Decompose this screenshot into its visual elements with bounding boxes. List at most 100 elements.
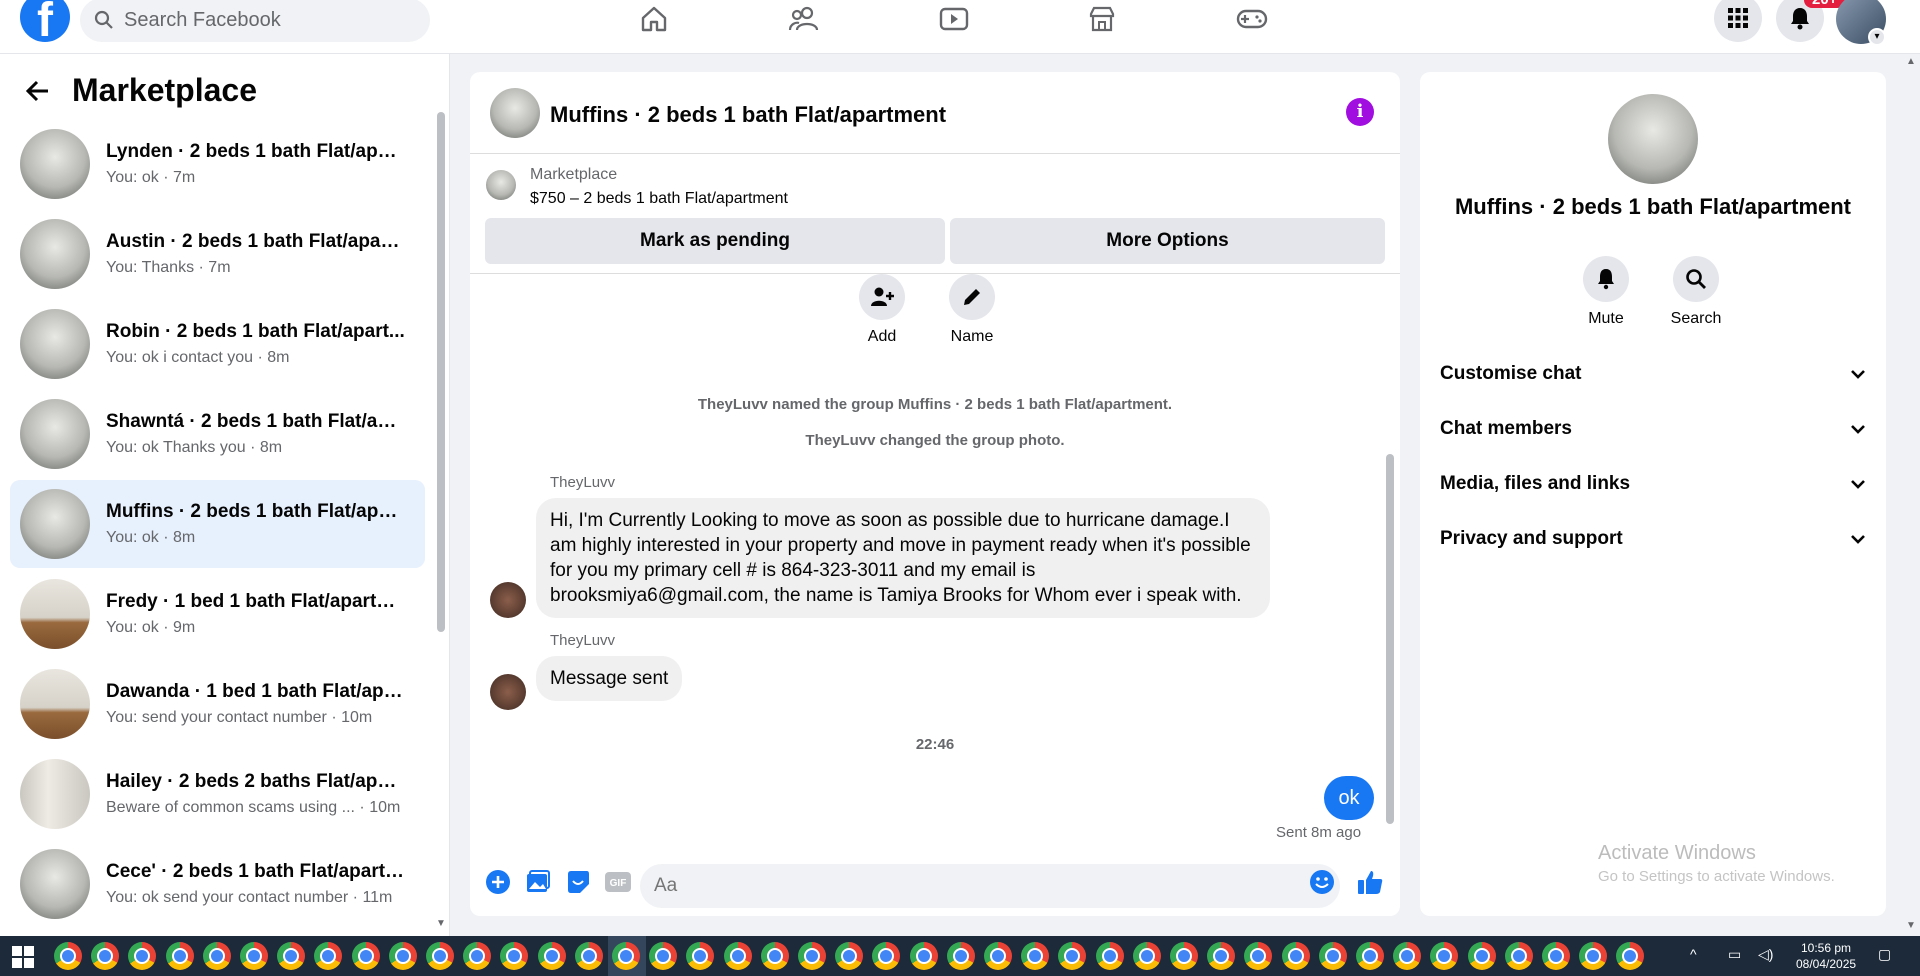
taskbar-browser-icon[interactable] <box>240 942 268 970</box>
taskbar-browser-icon[interactable] <box>314 942 343 970</box>
taskbar-browser-icon[interactable] <box>128 942 157 970</box>
conversation-item[interactable]: Cece' · 2 beds 1 bath Flat/apartm... You:… <box>10 840 425 928</box>
chat-title[interactable]: Muffins · 2 beds 1 bath Flat/apartment <box>550 102 946 128</box>
taskbar-browser-icon[interactable] <box>686 942 715 970</box>
gaming-icon[interactable] <box>1232 2 1272 36</box>
search-action[interactable]: Search <box>1656 256 1736 328</box>
mute-action[interactable]: Mute <box>1566 256 1646 328</box>
taskbar-browser-icon[interactable] <box>835 942 864 970</box>
taskbar-browser-icon[interactable] <box>574 942 603 970</box>
taskbar-clock[interactable]: 10:56 pm 08/04/2025 <box>1796 940 1856 972</box>
taskbar-browser-icon[interactable] <box>351 942 380 970</box>
taskbar-browser-icon[interactable] <box>1021 942 1050 970</box>
my-message-bubble[interactable]: ok <box>1324 776 1374 820</box>
taskbar-browser-icon[interactable] <box>798 942 826 970</box>
taskbar-browser-icon[interactable] <box>1207 942 1236 970</box>
taskbar-browser-icon[interactable] <box>426 942 454 970</box>
conversation-item[interactable]: Hailey · 2 beds 2 baths Flat/apar... Bewa… <box>10 750 425 838</box>
conversation-item-active[interactable]: Muffins · 2 beds 1 bath Flat/apar... You:… <box>10 480 425 568</box>
taskbar-browser-icon[interactable] <box>202 942 231 970</box>
gif-icon[interactable]: GIF <box>604 868 632 896</box>
taskbar-browser-icon[interactable] <box>1467 942 1496 970</box>
network-icon[interactable]: ▭ <box>1728 946 1741 963</box>
conversation-item[interactable]: Austin · 2 beds 1 bath Flat/apart... You:… <box>10 210 425 298</box>
tray-expand-icon[interactable]: ^ <box>1690 946 1697 962</box>
message-bubble[interactable]: Hi, I'm Currently Looking to move as soo… <box>536 498 1270 618</box>
info-icon[interactable]: i <box>1346 98 1374 126</box>
taskbar-browser-icon[interactable] <box>54 942 82 970</box>
section-privacy-support[interactable]: Privacy and support <box>1440 519 1866 559</box>
taskbar-browser-icon[interactable] <box>537 942 566 970</box>
group-photo[interactable] <box>490 88 540 138</box>
taskbar-browser-icon[interactable] <box>984 942 1012 970</box>
listing-price[interactable]: $750 – 2 beds 1 bath Flat/apartment <box>530 190 788 208</box>
taskbar-browser-icon[interactable] <box>463 942 492 970</box>
scroll-down-arrow-icon[interactable]: ▼ <box>436 918 446 929</box>
notification-center-icon[interactable]: ▢ <box>1878 946 1891 963</box>
volume-icon[interactable]: ◁) <box>1758 946 1773 963</box>
conversation-item[interactable]: Shawntá · 2 beds 1 bath Flat/apa... You: … <box>10 390 425 478</box>
page-scroll-down-icon[interactable]: ▼ <box>1906 920 1916 931</box>
taskbar-browser-icon[interactable] <box>1356 942 1384 970</box>
taskbar-browser-icon[interactable] <box>388 942 417 970</box>
menu-grid-icon[interactable] <box>1714 0 1762 42</box>
taskbar-browser-icon[interactable] <box>1504 942 1533 970</box>
facebook-logo[interactable]: f <box>20 0 70 42</box>
conversation-item[interactable]: Robin · 2 beds 1 bath Flat/apart... You: … <box>10 300 425 388</box>
taskbar-browser-icon[interactable] <box>946 942 975 970</box>
taskbar-browser-icon[interactable] <box>1393 942 1422 970</box>
taskbar-browser-icon[interactable] <box>1579 942 1608 970</box>
page-scroll-up-icon[interactable]: ▲ <box>1906 56 1916 67</box>
back-arrow-icon[interactable] <box>24 77 52 105</box>
photo-icon[interactable] <box>524 868 552 896</box>
taskbar-browser-icon[interactable] <box>612 942 640 970</box>
name-group-action[interactable]: Name <box>932 274 1012 346</box>
taskbar-browser-icon[interactable] <box>1095 942 1124 970</box>
taskbar-browser-icon[interactable] <box>649 942 678 970</box>
chat-scrollbar[interactable] <box>1386 454 1394 824</box>
taskbar-browser-icon[interactable] <box>1281 942 1310 970</box>
taskbar-browser-icon[interactable] <box>760 942 789 970</box>
section-chat-members[interactable]: Chat members <box>1440 409 1866 449</box>
search-box[interactable]: Search Facebook <box>80 0 430 42</box>
taskbar-browser-icon[interactable] <box>165 942 194 970</box>
home-icon[interactable] <box>634 2 674 36</box>
message-bubble[interactable]: Message sent <box>536 656 683 701</box>
taskbar-browser-icon[interactable] <box>1058 942 1087 970</box>
more-options-button[interactable]: More Options <box>950 218 1385 264</box>
conversation-item[interactable]: Fredy · 1 bed 1 bath Flat/apartme... You:… <box>10 570 425 658</box>
section-customise-chat[interactable]: Customise chat <box>1440 354 1866 394</box>
taskbar-browser-icon[interactable] <box>1132 942 1161 970</box>
watch-icon[interactable] <box>934 2 974 36</box>
thumbs-up-icon[interactable] <box>1356 868 1384 896</box>
friends-icon[interactable] <box>784 2 824 36</box>
plus-circle-icon[interactable] <box>484 868 512 896</box>
taskbar-browser-icon[interactable] <box>1542 942 1570 970</box>
marketplace-icon[interactable] <box>1082 2 1122 36</box>
taskbar-browser-icon[interactable] <box>1244 942 1273 970</box>
section-media-files-links[interactable]: Media, files and links <box>1440 464 1866 504</box>
group-photo-large[interactable] <box>1608 94 1698 184</box>
chevron-down-icon[interactable]: ▾ <box>1868 28 1886 46</box>
taskbar-browser-icon[interactable] <box>1170 942 1198 970</box>
taskbar-browser-icon[interactable] <box>723 942 752 970</box>
message-input[interactable] <box>640 864 1340 908</box>
add-people-action[interactable]: Add <box>842 274 922 346</box>
sidebar-scrollbar[interactable] <box>437 112 445 632</box>
taskbar-browser-icon[interactable] <box>872 942 901 970</box>
taskbar-browser-icon[interactable] <box>1616 942 1645 970</box>
sender-avatar[interactable] <box>490 674 526 710</box>
taskbar-browser-icon[interactable] <box>91 942 120 970</box>
taskbar-browser-icon[interactable] <box>277 942 306 970</box>
sender-avatar[interactable] <box>490 582 526 618</box>
mark-as-pending-button[interactable]: Mark as pending <box>485 218 945 264</box>
emoji-icon[interactable] <box>1308 868 1336 896</box>
conversation-item[interactable]: Lynden · 2 beds 1 bath Flat/apart... You:… <box>10 120 425 208</box>
taskbar-browser-icon[interactable] <box>1318 942 1347 970</box>
taskbar-browser-icon[interactable] <box>1430 942 1459 970</box>
taskbar-browser-icon[interactable] <box>500 942 529 970</box>
taskbar-browser-icon[interactable] <box>909 942 938 970</box>
sticker-icon[interactable] <box>564 868 592 896</box>
conversation-item[interactable]: Dawanda · 1 bed 1 bath Flat/apar... You: … <box>10 660 425 748</box>
windows-start-icon[interactable] <box>12 946 34 968</box>
